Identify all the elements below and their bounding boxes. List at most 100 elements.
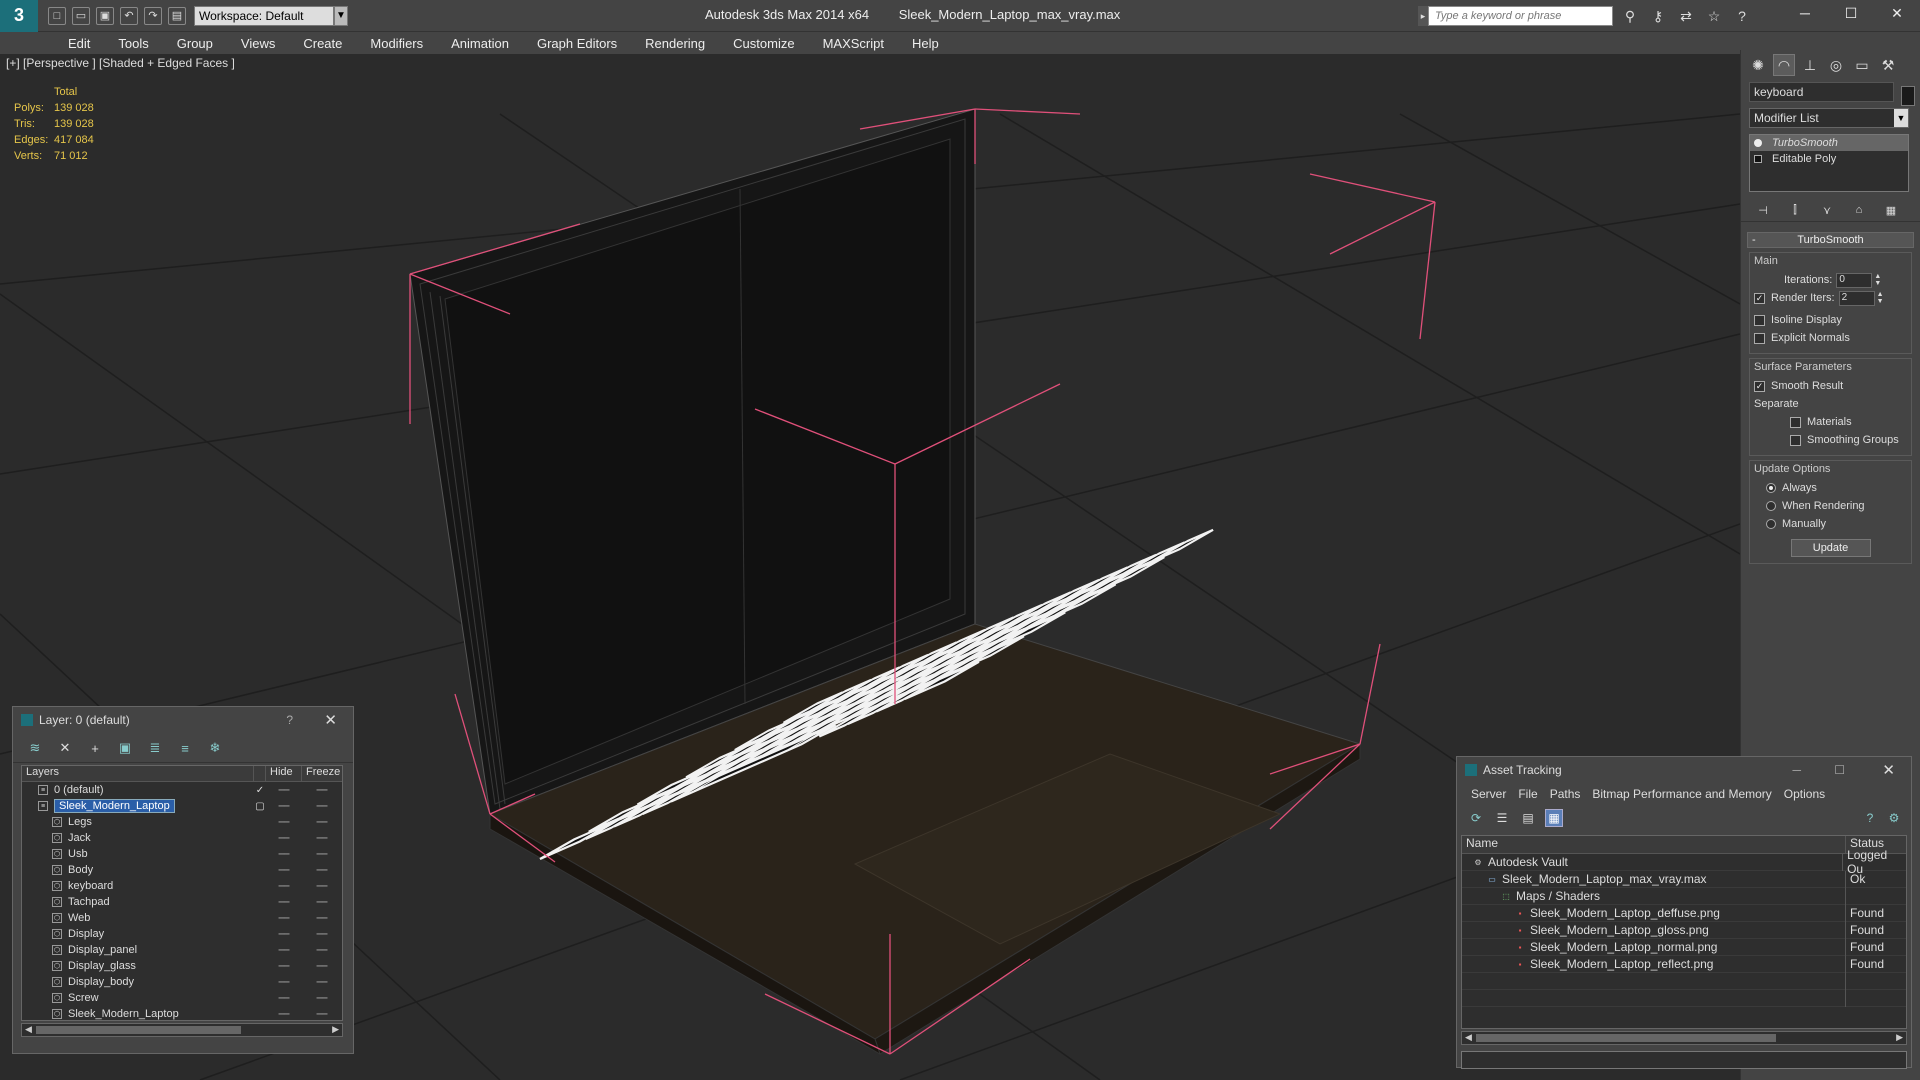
save-file-icon[interactable]: ▣: [96, 6, 114, 25]
help-icon[interactable]: ?: [1732, 6, 1752, 26]
scroll-left-icon[interactable]: ◀: [1465, 1032, 1472, 1043]
turbosmooth-rollout-header[interactable]: - TurboSmooth: [1747, 232, 1914, 248]
delete-layer-icon[interactable]: ✕: [55, 739, 75, 757]
add-to-layer-icon[interactable]: +: [85, 739, 105, 757]
hide-all-layers-icon[interactable]: ≡: [175, 739, 195, 757]
hide-toggle[interactable]: ━━: [266, 849, 302, 860]
layer-row[interactable]: ⬡ Usb ━━ ━━: [22, 846, 342, 862]
render-iters-checkbox[interactable]: ✓: [1754, 292, 1765, 304]
detail-view-icon[interactable]: ▤: [1519, 809, 1537, 827]
hide-toggle[interactable]: ━━: [266, 961, 302, 972]
layer-row[interactable]: ⬡ Sleek_Modern_Laptop ━━ ━━: [22, 1006, 342, 1020]
freeze-toggle[interactable]: ━━: [302, 849, 342, 860]
freeze-toggle[interactable]: ━━: [302, 993, 342, 1004]
expand-icon[interactable]: [1754, 155, 1762, 163]
close-icon[interactable]: ✕: [1882, 761, 1895, 779]
scroll-right-icon[interactable]: ▶: [332, 1024, 339, 1035]
menu-edit[interactable]: Edit: [54, 36, 104, 51]
asset-row[interactable]: ▪ Sleek_Modern_Laptop_normal.png Found: [1462, 938, 1906, 956]
layer-row[interactable]: ⬡ Screw ━━ ━━: [22, 990, 342, 1006]
close-icon[interactable]: ✕: [324, 711, 337, 729]
hide-toggle[interactable]: ━━: [266, 993, 302, 1004]
maximize-icon[interactable]: ☐: [1828, 0, 1874, 26]
project-folder-icon[interactable]: ▤: [168, 6, 186, 25]
modify-tab-icon[interactable]: ◠: [1773, 54, 1795, 76]
freeze-all-layers-icon[interactable]: ❄: [205, 739, 225, 757]
scroll-thumb[interactable]: [36, 1026, 241, 1034]
scroll-right-icon[interactable]: ▶: [1896, 1032, 1903, 1043]
help-icon[interactable]: ?: [1861, 809, 1879, 827]
freeze-toggle[interactable]: ━━: [302, 929, 342, 940]
asset-row[interactable]: ▭ Sleek_Modern_Laptop_max_vray.max Ok: [1462, 870, 1906, 888]
freeze-toggle[interactable]: ━━: [302, 961, 342, 972]
col-layers[interactable]: Layers: [22, 766, 254, 781]
help-alt-icon[interactable]: ⚙: [1885, 809, 1903, 827]
layer-row[interactable]: ⬡ Web ━━ ━━: [22, 910, 342, 926]
current-layer-check-icon[interactable]: ✓: [254, 785, 266, 796]
menu-file[interactable]: File: [1512, 787, 1543, 801]
hide-toggle[interactable]: ━━: [266, 881, 302, 892]
current-layer-cell[interactable]: ▢: [254, 801, 266, 812]
update-button[interactable]: Update: [1790, 539, 1871, 557]
star-icon[interactable]: ☆: [1704, 6, 1724, 26]
col-name[interactable]: Name: [1462, 836, 1846, 853]
render-iters-spinner[interactable]: 2: [1838, 290, 1875, 306]
exchange-icon[interactable]: ⇄: [1676, 6, 1696, 26]
hide-toggle[interactable]: ━━: [266, 929, 302, 940]
chevron-down-icon[interactable]: ▼: [334, 5, 348, 26]
freeze-toggle[interactable]: ━━: [302, 785, 342, 796]
always-radio[interactable]: [1766, 483, 1776, 493]
search-expand-icon[interactable]: ▸: [1418, 6, 1428, 26]
lightbulb-icon[interactable]: [1754, 139, 1762, 147]
create-tab-icon[interactable]: ✺: [1747, 54, 1769, 76]
freeze-toggle[interactable]: ━━: [302, 833, 342, 844]
pin-stack-icon[interactable]: ⊣: [1755, 202, 1771, 218]
scroll-thumb[interactable]: [1476, 1034, 1776, 1042]
hide-toggle[interactable]: ━━: [266, 977, 302, 988]
binoculars-icon[interactable]: ⚲: [1620, 6, 1640, 26]
horizontal-scrollbar[interactable]: ◀ ▶: [1461, 1031, 1907, 1045]
layer-row[interactable]: ≡ 0 (default) ✓ ━━ ━━: [22, 782, 342, 798]
layer-row[interactable]: ⬡ Display ━━ ━━: [22, 926, 342, 942]
col-hide[interactable]: Hide: [266, 766, 302, 781]
menu-views[interactable]: Views: [227, 36, 289, 51]
redo-icon[interactable]: ↷: [144, 6, 162, 25]
col-freeze[interactable]: Freeze: [302, 766, 342, 781]
dialog-title-bar[interactable]: Asset Tracking ─ ☐ ✕: [1457, 757, 1911, 783]
minimize-icon[interactable]: ─: [1792, 763, 1801, 777]
materials-checkbox[interactable]: [1790, 416, 1801, 428]
close-icon[interactable]: ✕: [1874, 0, 1920, 26]
hide-toggle[interactable]: ━━: [266, 1009, 302, 1020]
layer-row[interactable]: ⬡ Display_glass ━━ ━━: [22, 958, 342, 974]
layer-row[interactable]: ⬡ Legs ━━ ━━: [22, 814, 342, 830]
menu-rendering[interactable]: Rendering: [631, 36, 719, 51]
object-name-field[interactable]: keyboard: [1749, 82, 1894, 102]
hide-toggle[interactable]: ━━: [266, 817, 302, 828]
menu-paths[interactable]: Paths: [1544, 787, 1587, 801]
maximize-icon[interactable]: ☐: [1834, 763, 1845, 777]
menu-tools[interactable]: Tools: [104, 36, 162, 51]
new-file-icon[interactable]: □: [48, 6, 66, 25]
freeze-toggle[interactable]: ━━: [302, 945, 342, 956]
help-button[interactable]: ?: [286, 713, 293, 727]
make-unique-icon[interactable]: ⋎: [1819, 202, 1835, 218]
hierarchy-tab-icon[interactable]: ⊥: [1799, 54, 1821, 76]
chevron-down-icon[interactable]: ▼: [1894, 109, 1908, 127]
layer-row[interactable]: ⬡ keyboard ━━ ━━: [22, 878, 342, 894]
open-file-icon[interactable]: ▭: [72, 6, 90, 25]
layer-row[interactable]: ⬡ Display_panel ━━ ━━: [22, 942, 342, 958]
freeze-toggle[interactable]: ━━: [302, 881, 342, 892]
when-rendering-radio[interactable]: [1766, 501, 1776, 511]
asset-row[interactable]: ⬚ Maps / Shaders: [1462, 887, 1906, 905]
key-icon[interactable]: ⚷: [1648, 6, 1668, 26]
isoline-checkbox[interactable]: [1754, 314, 1765, 326]
layer-row[interactable]: ⬡ Display_body ━━ ━━: [22, 974, 342, 990]
minimize-icon[interactable]: ─: [1782, 0, 1828, 26]
menu-modifiers[interactable]: Modifiers: [356, 36, 437, 51]
hide-toggle[interactable]: ━━: [266, 945, 302, 956]
asset-row[interactable]: ▪ Sleek_Modern_Laptop_reflect.png Found: [1462, 955, 1906, 973]
menu-bitmap-performance[interactable]: Bitmap Performance and Memory: [1586, 787, 1777, 801]
utilities-tab-icon[interactable]: ⚒: [1877, 54, 1899, 76]
hide-toggle[interactable]: ━━: [266, 801, 302, 812]
hide-toggle[interactable]: ━━: [266, 913, 302, 924]
